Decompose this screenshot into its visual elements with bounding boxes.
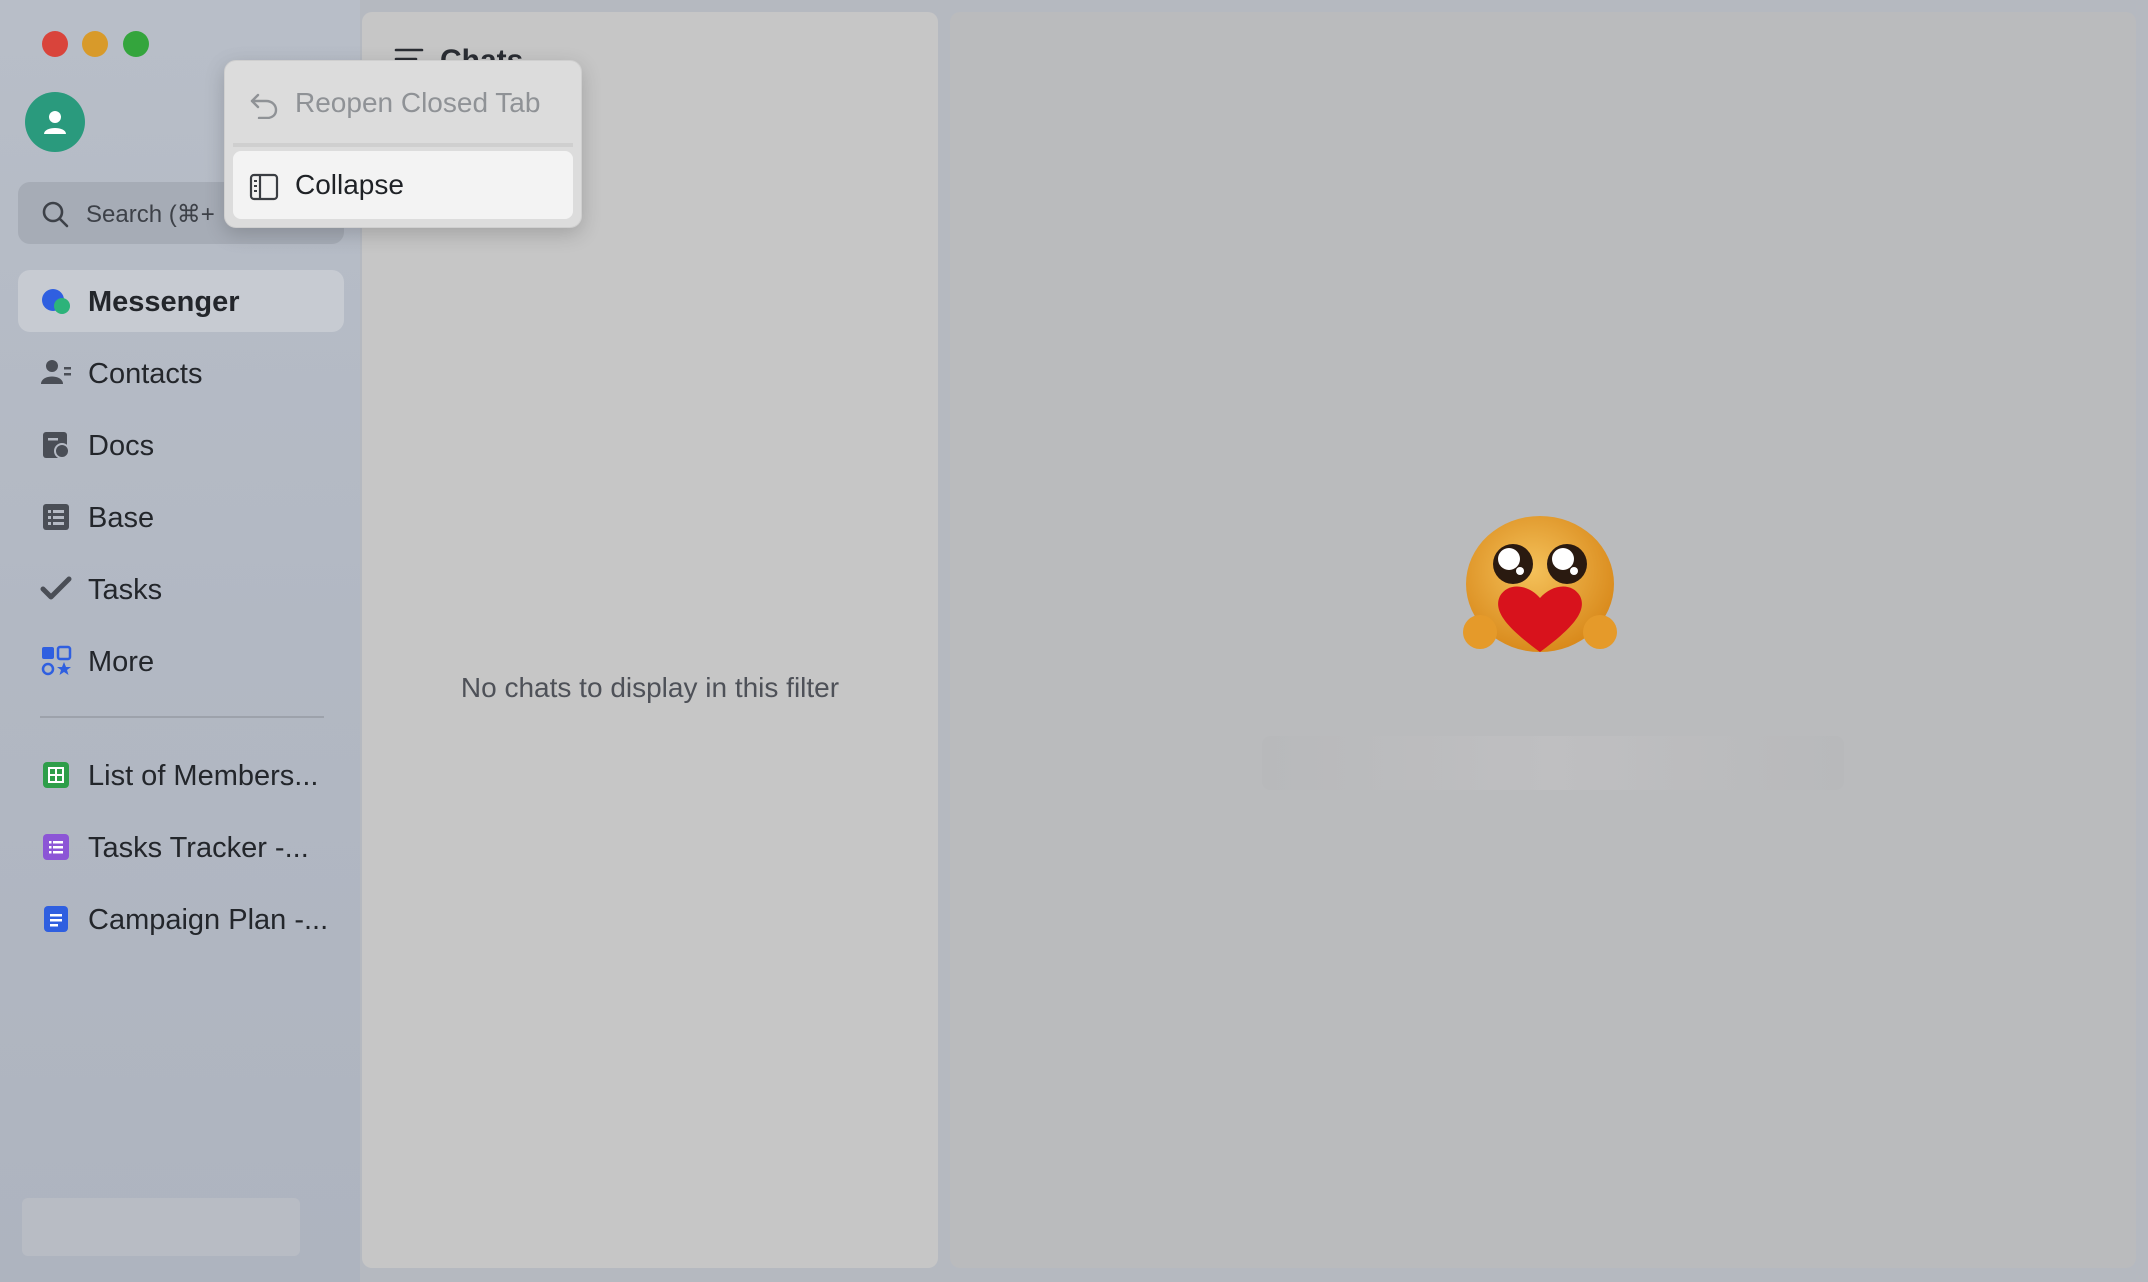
base-icon — [43, 504, 69, 530]
sidebar-item-more[interactable]: More — [18, 630, 344, 692]
maximize-window-button[interactable] — [123, 31, 149, 57]
sidebar-item-label: Base — [88, 502, 155, 534]
sheet-icon — [43, 762, 69, 788]
pinned-item-campaign-plan[interactable]: Campaign Plan -... — [18, 888, 344, 950]
user-icon — [44, 111, 66, 134]
sidebar-item-label: Messenger — [88, 286, 240, 318]
sidebar-collapse-icon — [249, 173, 279, 201]
sidebar-item-base[interactable]: Base — [18, 486, 344, 548]
undo-icon — [250, 93, 278, 119]
minimize-window-button[interactable] — [82, 31, 108, 57]
heart-hug-emoji-icon — [1463, 516, 1617, 652]
pinned-item-label: Campaign Plan -... — [88, 904, 329, 936]
tasks-icon — [40, 576, 72, 600]
doc-icon — [44, 906, 68, 932]
docs-icon — [43, 432, 70, 459]
sidebar-item-messenger[interactable]: Messenger — [18, 270, 344, 332]
menu-item-label: Collapse — [295, 169, 404, 200]
pinned-item-label: List of Members... — [88, 760, 319, 792]
sidebar-item-label: Docs — [88, 430, 155, 462]
list-icon — [43, 834, 69, 860]
contacts-icon — [41, 360, 71, 384]
menu-separator — [233, 143, 573, 147]
sidebar-item-docs[interactable]: Docs — [18, 414, 344, 476]
sidebar-item-label: Tasks — [88, 574, 163, 606]
search-icon — [42, 201, 69, 228]
avatar[interactable] — [25, 92, 85, 152]
close-window-button[interactable] — [42, 31, 68, 57]
pinned-item-tasks-tracker[interactable]: Tasks Tracker -... — [18, 816, 344, 878]
sidebar-item-label: Contacts — [88, 358, 203, 390]
messenger-icon — [42, 289, 70, 314]
context-menu: Reopen Closed Tab Collapse — [224, 60, 582, 228]
reopen-closed-tab-menu-item[interactable]: Reopen Closed Tab — [233, 69, 573, 137]
sidebar-divider — [40, 716, 324, 718]
app-window: Search (⌘+ Messenger Contacts Docs Base … — [0, 0, 2148, 1282]
menu-item-label: Reopen Closed Tab — [295, 87, 541, 118]
loading-placeholder — [1262, 736, 1844, 790]
empty-state-message: No chats to display in this filter — [460, 672, 840, 703]
search-label: Search (⌘+ — [86, 201, 215, 228]
collapse-menu-item[interactable]: Collapse — [233, 151, 573, 219]
sidebar-item-tasks[interactable]: Tasks — [18, 558, 344, 620]
main-content-panel — [950, 12, 2136, 1268]
sidebar-item-label: More — [88, 646, 155, 678]
pinned-item-members-list[interactable]: List of Members... — [18, 744, 344, 806]
pinned-item-label: Tasks Tracker -... — [88, 832, 309, 864]
more-apps-icon — [41, 645, 72, 676]
sidebar-item-contacts[interactable]: Contacts — [18, 342, 344, 404]
blurred-footer — [22, 1198, 300, 1256]
